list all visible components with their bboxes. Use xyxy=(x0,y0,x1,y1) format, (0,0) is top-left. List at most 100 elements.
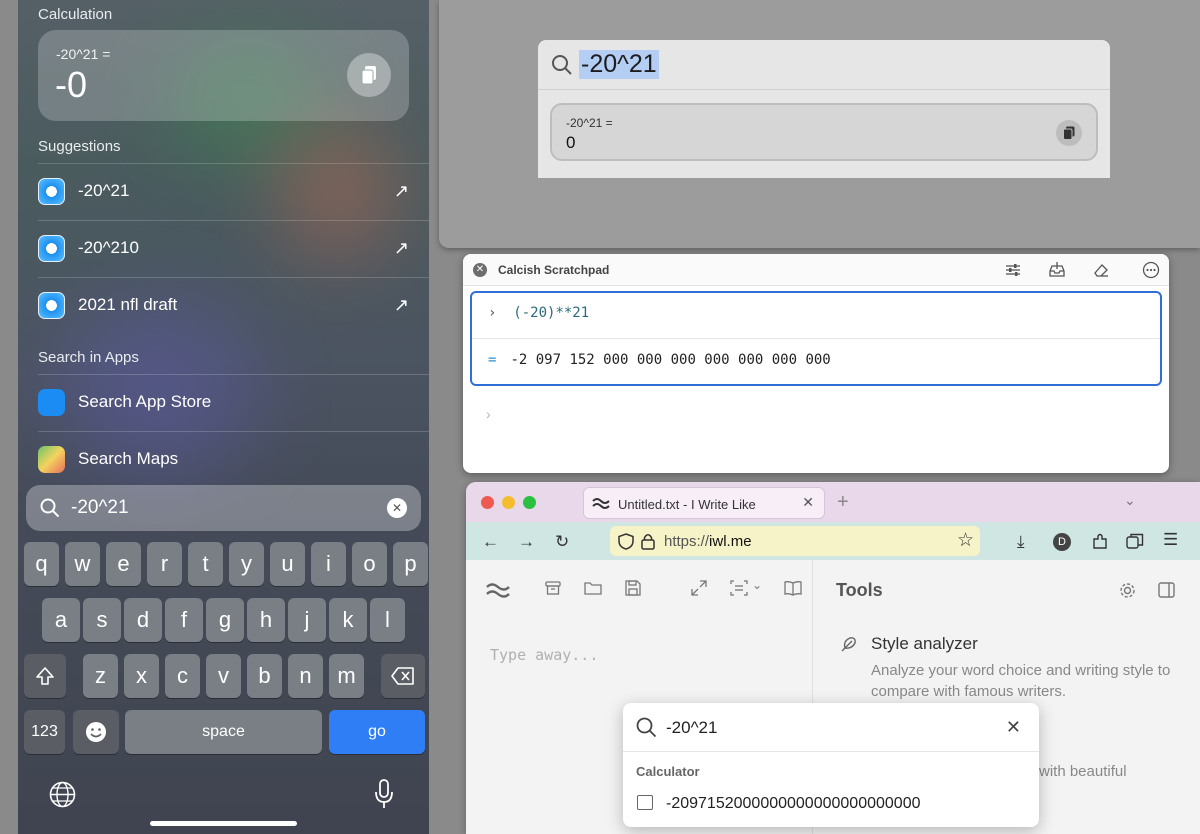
extensions-icon[interactable] xyxy=(1092,533,1108,550)
cell-output-text: -2 097 152 000 000 000 000 000 000 000 xyxy=(510,352,831,368)
search-field[interactable]: -20^21 ✕ xyxy=(26,485,421,531)
eraser-icon[interactable] xyxy=(1092,261,1110,279)
tabs-overview-icon[interactable] xyxy=(1126,533,1144,550)
suggestion-row[interactable]: 2021 nfl draft ↗ xyxy=(38,277,429,334)
shift-key[interactable] xyxy=(24,654,66,698)
chevron-down-icon[interactable]: ⌄ xyxy=(752,578,762,592)
calcish-titlebar: ✕ Calcish Scratchpad xyxy=(463,254,1169,286)
space-key[interactable]: space xyxy=(125,710,322,754)
key-k[interactable]: k xyxy=(329,598,367,642)
more-icon[interactable] xyxy=(1142,261,1160,279)
app-row-label: Search Maps xyxy=(78,449,179,468)
editor-textarea[interactable]: Type away... xyxy=(490,646,598,664)
key-q[interactable]: q xyxy=(24,542,59,586)
close-tab-icon[interactable]: ✕ xyxy=(802,494,814,511)
bookmark-star-icon[interactable]: ☆ xyxy=(957,529,974,552)
style-analyzer-title[interactable]: Style analyzer xyxy=(871,634,978,654)
key-l[interactable]: l xyxy=(370,598,405,642)
spotlight-query[interactable]: -20^21 xyxy=(579,50,659,79)
close-icon[interactable]: ✕ xyxy=(473,263,487,277)
calculation-card[interactable]: -20^21 = -0 xyxy=(38,30,409,121)
key-n[interactable]: n xyxy=(288,654,323,698)
partial-tool-description: with beautiful xyxy=(1039,763,1127,780)
minimize-window-button[interactable] xyxy=(502,496,515,509)
cell-input[interactable]: › (-20)**21 xyxy=(488,305,589,321)
copy-icon[interactable] xyxy=(1056,120,1082,146)
launcher-popup: -20^21 ✕ Calculator -2097152000000000000… xyxy=(623,703,1039,827)
style-analyzer-description: Analyze your word choice and writing sty… xyxy=(871,662,1171,700)
key-c[interactable]: c xyxy=(165,654,200,698)
menu-icon[interactable]: ☰ xyxy=(1163,530,1178,550)
new-tab-icon[interactable]: + xyxy=(837,491,849,514)
sidebar-toggle-icon[interactable] xyxy=(1158,582,1175,598)
key-t[interactable]: t xyxy=(188,542,223,586)
numbers-key[interactable]: 123 xyxy=(24,710,65,754)
tab-iwl[interactable]: Untitled.txt - I Write Like ✕ xyxy=(583,487,825,519)
key-y[interactable]: y xyxy=(229,542,264,586)
key-z[interactable]: z xyxy=(83,654,118,698)
new-cell-prompt-icon[interactable]: › xyxy=(486,406,491,422)
back-icon[interactable]: ← xyxy=(482,532,499,552)
download-icon[interactable]: ⤓ xyxy=(1017,532,1025,552)
key-b[interactable]: b xyxy=(247,654,282,698)
lock-icon xyxy=(641,534,655,550)
key-f[interactable]: f xyxy=(165,598,203,642)
close-window-button[interactable] xyxy=(481,496,494,509)
delete-key[interactable] xyxy=(381,654,425,698)
close-icon[interactable]: ✕ xyxy=(1006,717,1021,738)
gear-icon[interactable] xyxy=(1119,582,1136,599)
key-o[interactable]: o xyxy=(352,542,387,586)
launcher-result[interactable]: -2097152000000000000000000000 xyxy=(666,795,920,813)
key-p[interactable]: p xyxy=(393,542,428,586)
clear-icon[interactable]: ✕ xyxy=(387,498,407,518)
key-i[interactable]: i xyxy=(311,542,346,586)
archive-icon[interactable] xyxy=(545,580,561,596)
key-v[interactable]: v xyxy=(206,654,241,698)
emoji-key[interactable] xyxy=(73,710,119,754)
app-store-icon xyxy=(38,389,65,416)
key-a[interactable]: a xyxy=(42,598,80,642)
microphone-icon[interactable] xyxy=(374,779,394,809)
forward-icon[interactable]: → xyxy=(518,532,535,552)
key-d[interactable]: d xyxy=(124,598,162,642)
search-app-store-row[interactable]: Search App Store xyxy=(38,374,429,431)
key-j[interactable]: j xyxy=(288,598,326,642)
expand-icon[interactable] xyxy=(691,580,707,596)
key-u[interactable]: u xyxy=(270,542,305,586)
settings-sliders-icon[interactable] xyxy=(1004,261,1022,279)
copy-icon[interactable] xyxy=(347,53,391,97)
globe-icon[interactable] xyxy=(49,781,76,808)
go-key[interactable]: go xyxy=(329,710,425,754)
key-w[interactable]: w xyxy=(65,542,100,586)
spotlight-calculation-card[interactable]: -20^21 = 0 xyxy=(550,103,1098,161)
key-m[interactable]: m xyxy=(329,654,364,698)
book-icon[interactable] xyxy=(784,580,802,596)
home-indicator xyxy=(150,821,297,826)
safari-icon xyxy=(38,235,65,262)
safari-icon xyxy=(38,292,65,319)
scratchpad-cell[interactable]: › (-20)**21 = -2 097 152 000 000 000 000 … xyxy=(470,291,1162,386)
spotlight-search-bar[interactable]: -20^21 xyxy=(538,40,1110,90)
url-bar[interactable]: https://iwl.me ☆ xyxy=(610,526,980,556)
save-icon[interactable] xyxy=(625,580,641,596)
key-e[interactable]: e xyxy=(106,542,141,586)
search-maps-row[interactable]: Search Maps xyxy=(38,431,429,488)
suggestion-row[interactable]: -20^21 ↗ xyxy=(38,163,429,220)
zoom-window-button[interactable] xyxy=(523,496,536,509)
folder-icon[interactable] xyxy=(584,580,602,596)
launcher-query[interactable]: -20^21 xyxy=(666,718,717,738)
account-avatar-icon[interactable]: D xyxy=(1053,533,1071,551)
key-g[interactable]: g xyxy=(206,598,244,642)
focus-mode-icon[interactable] xyxy=(730,580,748,596)
url-prefix: https:// xyxy=(664,533,710,550)
reload-icon[interactable]: ↻ xyxy=(555,532,569,552)
key-x[interactable]: x xyxy=(124,654,159,698)
key-r[interactable]: r xyxy=(147,542,182,586)
suggestion-row[interactable]: -20^210 ↗ xyxy=(38,220,429,277)
inbox-download-icon[interactable] xyxy=(1048,261,1066,279)
suggestion-label: 2021 nfl draft xyxy=(78,295,178,314)
key-s[interactable]: s xyxy=(83,598,121,642)
mac-spotlight-window: -20^21 -20^21 = 0 xyxy=(538,40,1110,178)
key-h[interactable]: h xyxy=(247,598,285,642)
chevron-down-icon[interactable]: ⌄ xyxy=(1124,492,1136,509)
